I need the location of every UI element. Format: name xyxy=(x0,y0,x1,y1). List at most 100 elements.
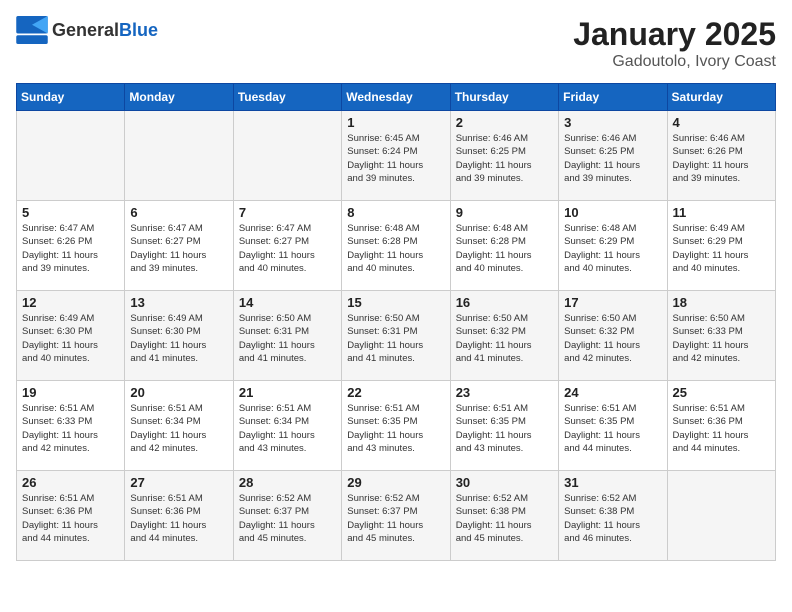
day-info: Sunrise: 6:52 AM Sunset: 6:38 PM Dayligh… xyxy=(564,492,661,545)
calendar-cell: 12Sunrise: 6:49 AM Sunset: 6:30 PM Dayli… xyxy=(17,291,125,381)
weekday-header-tuesday: Tuesday xyxy=(233,84,341,111)
calendar-cell: 26 Sunrise: 6:51 AM Sunset: 6:36 PM Dayli… xyxy=(17,471,125,561)
month-year-title: January 2025 xyxy=(573,16,776,53)
day-info: Sunrise: 6:49 AM Sunset: 6:30 PM Dayligh… xyxy=(130,312,227,365)
weekday-header-sunday: Sunday xyxy=(17,84,125,111)
day-number: 3 xyxy=(564,115,661,130)
week-row-5: 26 Sunrise: 6:51 AM Sunset: 6:36 PM Dayli… xyxy=(17,471,776,561)
day-info: Sunrise: 6:48 AM Sunset: 6:28 PM Dayligh… xyxy=(347,222,444,275)
calendar-cell: 17 Sunrise: 6:50 AM Sunset: 6:32 PM Dayli… xyxy=(559,291,667,381)
day-number: 13 xyxy=(130,295,227,310)
day-info: Sunrise: 6:46 AM Sunset: 6:25 PM Dayligh… xyxy=(564,132,661,185)
day-info: Sunrise: 6:52 AM Sunset: 6:38 PM Dayligh… xyxy=(456,492,553,545)
week-row-1: 1 Sunrise: 6:45 AM Sunset: 6:24 PM Daylig… xyxy=(17,111,776,201)
day-info: Sunrise: 6:50 AM Sunset: 6:33 PM Dayligh… xyxy=(673,312,770,365)
day-number: 28 xyxy=(239,475,336,490)
day-info: Sunrise: 6:50 AM Sunset: 6:31 PM Dayligh… xyxy=(347,312,444,365)
calendar-cell: 8 Sunrise: 6:48 AM Sunset: 6:28 PM Daylig… xyxy=(342,201,450,291)
weekday-header-monday: Monday xyxy=(125,84,233,111)
day-number: 31 xyxy=(564,475,661,490)
day-number: 7 xyxy=(239,205,336,220)
day-number: 19 xyxy=(22,385,119,400)
calendar-cell: 5Sunrise: 6:47 AM Sunset: 6:26 PM Daylig… xyxy=(17,201,125,291)
weekday-header-saturday: Saturday xyxy=(667,84,775,111)
day-info: Sunrise: 6:51 AM Sunset: 6:35 PM Dayligh… xyxy=(564,402,661,455)
logo-general: General xyxy=(52,20,119,40)
day-info: Sunrise: 6:46 AM Sunset: 6:26 PM Dayligh… xyxy=(673,132,770,185)
location-subtitle: Gadoutolo, Ivory Coast xyxy=(573,53,776,71)
day-number: 22 xyxy=(347,385,444,400)
day-info: Sunrise: 6:51 AM Sunset: 6:35 PM Dayligh… xyxy=(456,402,553,455)
day-info: Sunrise: 6:51 AM Sunset: 6:36 PM Dayligh… xyxy=(673,402,770,455)
calendar-table: SundayMondayTuesdayWednesdayThursdayFrid… xyxy=(16,83,776,561)
header: GeneralBlue January 2025 Gadoutolo, Ivor… xyxy=(16,16,776,71)
calendar-cell: 2 Sunrise: 6:46 AM Sunset: 6:25 PM Daylig… xyxy=(450,111,558,201)
calendar-cell xyxy=(667,471,775,561)
day-number: 11 xyxy=(673,205,770,220)
weekday-header-thursday: Thursday xyxy=(450,84,558,111)
logo-icon xyxy=(16,16,48,44)
calendar-cell: 10 Sunrise: 6:48 AM Sunset: 6:29 PM Dayli… xyxy=(559,201,667,291)
day-number: 23 xyxy=(456,385,553,400)
day-number: 21 xyxy=(239,385,336,400)
day-number: 29 xyxy=(347,475,444,490)
calendar-cell: 4Sunrise: 6:46 AM Sunset: 6:26 PM Daylig… xyxy=(667,111,775,201)
day-number: 27 xyxy=(130,475,227,490)
calendar-cell: 11 Sunrise: 6:49 AM Sunset: 6:29 PM Dayli… xyxy=(667,201,775,291)
day-number: 17 xyxy=(564,295,661,310)
day-info: Sunrise: 6:51 AM Sunset: 6:33 PM Dayligh… xyxy=(22,402,119,455)
day-info: Sunrise: 6:51 AM Sunset: 6:34 PM Dayligh… xyxy=(239,402,336,455)
day-number: 14 xyxy=(239,295,336,310)
day-number: 20 xyxy=(130,385,227,400)
week-row-2: 5Sunrise: 6:47 AM Sunset: 6:26 PM Daylig… xyxy=(17,201,776,291)
day-number: 9 xyxy=(456,205,553,220)
calendar-cell: 31 Sunrise: 6:52 AM Sunset: 6:38 PM Dayli… xyxy=(559,471,667,561)
calendar-cell: 20 Sunrise: 6:51 AM Sunset: 6:34 PM Dayli… xyxy=(125,381,233,471)
calendar-cell: 22Sunrise: 6:51 AM Sunset: 6:35 PM Dayli… xyxy=(342,381,450,471)
calendar-cell: 15 Sunrise: 6:50 AM Sunset: 6:31 PM Dayli… xyxy=(342,291,450,381)
day-info: Sunrise: 6:51 AM Sunset: 6:34 PM Dayligh… xyxy=(130,402,227,455)
calendar-cell: 21 Sunrise: 6:51 AM Sunset: 6:34 PM Dayli… xyxy=(233,381,341,471)
calendar-cell: 25 Sunrise: 6:51 AM Sunset: 6:36 PM Dayli… xyxy=(667,381,775,471)
day-number: 2 xyxy=(456,115,553,130)
calendar-cell xyxy=(17,111,125,201)
day-info: Sunrise: 6:51 AM Sunset: 6:36 PM Dayligh… xyxy=(22,492,119,545)
day-number: 26 xyxy=(22,475,119,490)
day-number: 1 xyxy=(347,115,444,130)
calendar-cell: 23 Sunrise: 6:51 AM Sunset: 6:35 PM Dayli… xyxy=(450,381,558,471)
day-number: 5 xyxy=(22,205,119,220)
day-info: Sunrise: 6:49 AM Sunset: 6:29 PM Dayligh… xyxy=(673,222,770,275)
calendar-cell: 6Sunrise: 6:47 AM Sunset: 6:27 PM Daylig… xyxy=(125,201,233,291)
day-info: Sunrise: 6:50 AM Sunset: 6:32 PM Dayligh… xyxy=(564,312,661,365)
day-info: Sunrise: 6:48 AM Sunset: 6:29 PM Dayligh… xyxy=(564,222,661,275)
calendar-cell: 9Sunrise: 6:48 AM Sunset: 6:28 PM Daylig… xyxy=(450,201,558,291)
day-number: 10 xyxy=(564,205,661,220)
day-number: 16 xyxy=(456,295,553,310)
day-info: Sunrise: 6:50 AM Sunset: 6:31 PM Dayligh… xyxy=(239,312,336,365)
day-info: Sunrise: 6:47 AM Sunset: 6:27 PM Dayligh… xyxy=(130,222,227,275)
logo-text: GeneralBlue xyxy=(52,20,158,41)
day-info: Sunrise: 6:46 AM Sunset: 6:25 PM Dayligh… xyxy=(456,132,553,185)
day-info: Sunrise: 6:45 AM Sunset: 6:24 PM Dayligh… xyxy=(347,132,444,185)
logo: GeneralBlue xyxy=(16,16,158,44)
calendar-cell: 3 Sunrise: 6:46 AM Sunset: 6:25 PM Daylig… xyxy=(559,111,667,201)
day-info: Sunrise: 6:52 AM Sunset: 6:37 PM Dayligh… xyxy=(347,492,444,545)
logo-blue: Blue xyxy=(119,20,158,40)
day-number: 25 xyxy=(673,385,770,400)
calendar-cell: 24Sunrise: 6:51 AM Sunset: 6:35 PM Dayli… xyxy=(559,381,667,471)
calendar-cell: 27 Sunrise: 6:51 AM Sunset: 6:36 PM Dayli… xyxy=(125,471,233,561)
calendar-cell: 16 Sunrise: 6:50 AM Sunset: 6:32 PM Dayli… xyxy=(450,291,558,381)
calendar-cell: 28Sunrise: 6:52 AM Sunset: 6:37 PM Dayli… xyxy=(233,471,341,561)
day-number: 18 xyxy=(673,295,770,310)
day-number: 12 xyxy=(22,295,119,310)
day-number: 15 xyxy=(347,295,444,310)
day-number: 8 xyxy=(347,205,444,220)
calendar-cell: 30 Sunrise: 6:52 AM Sunset: 6:38 PM Dayli… xyxy=(450,471,558,561)
day-number: 30 xyxy=(456,475,553,490)
week-row-4: 19 Sunrise: 6:51 AM Sunset: 6:33 PM Dayli… xyxy=(17,381,776,471)
calendar-cell: 13 Sunrise: 6:49 AM Sunset: 6:30 PM Dayli… xyxy=(125,291,233,381)
calendar-cell: 7Sunrise: 6:47 AM Sunset: 6:27 PM Daylig… xyxy=(233,201,341,291)
day-info: Sunrise: 6:50 AM Sunset: 6:32 PM Dayligh… xyxy=(456,312,553,365)
day-info: Sunrise: 6:51 AM Sunset: 6:36 PM Dayligh… xyxy=(130,492,227,545)
calendar-cell: 18 Sunrise: 6:50 AM Sunset: 6:33 PM Dayli… xyxy=(667,291,775,381)
